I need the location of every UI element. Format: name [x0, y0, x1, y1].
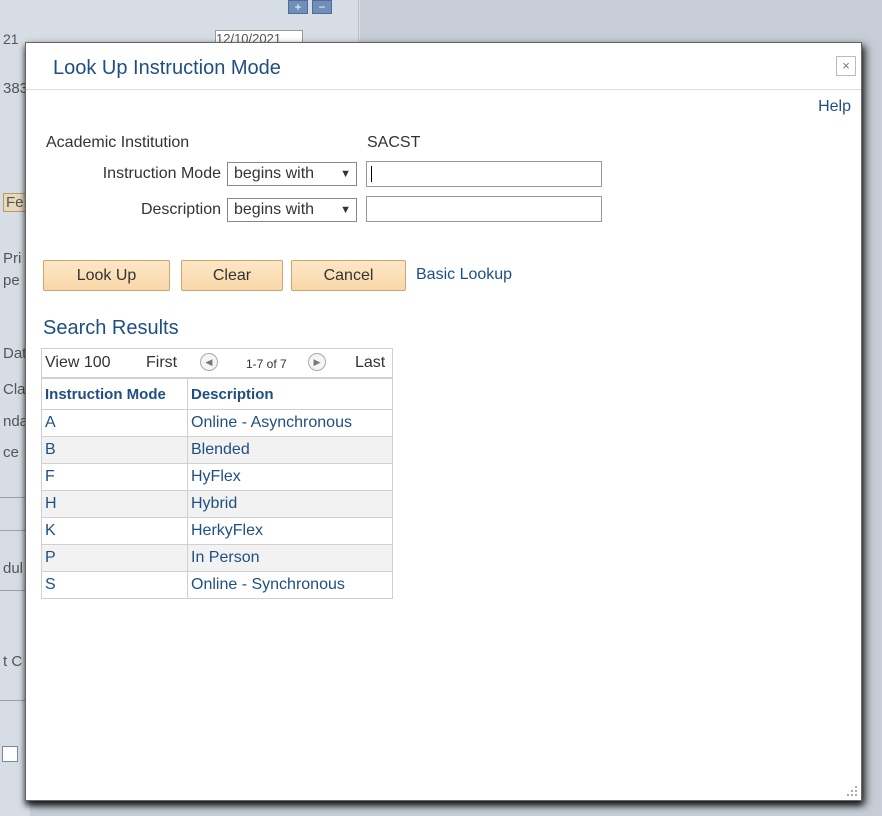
description-operator-select[interactable]: begins with ▼ — [227, 198, 357, 222]
instruction-mode-cell[interactable]: P — [41, 544, 188, 572]
table-row[interactable]: K HerkyFlex — [41, 517, 393, 545]
search-results-title: Search Results — [43, 317, 179, 339]
background-button-fragment[interactable]: Fe — [3, 193, 27, 212]
basic-lookup-link[interactable]: Basic Lookup — [416, 266, 512, 284]
instruction-mode-cell[interactable]: S — [41, 571, 188, 599]
help-link[interactable]: Help — [818, 98, 851, 116]
chevron-down-icon: ▼ — [340, 204, 351, 216]
background-fragment: t C — [3, 653, 23, 670]
instruction-mode-cell[interactable]: F — [41, 463, 188, 491]
first-label: First — [146, 354, 178, 371]
instruction-mode-cell[interactable]: H — [41, 490, 188, 518]
description-cell[interactable]: HerkyFlex — [187, 517, 393, 545]
instruction-mode-operator-select[interactable]: begins with ▼ — [227, 162, 357, 186]
lookup-dialog: Look Up Instruction Mode × Help Academic… — [25, 42, 862, 801]
description-cell[interactable]: HyFlex — [187, 463, 393, 491]
dialog-title: Look Up Instruction Mode — [53, 57, 281, 79]
text-cursor — [371, 166, 372, 182]
column-header-description[interactable]: Description — [187, 378, 393, 410]
cancel-button[interactable]: Cancel — [291, 260, 406, 291]
add-row-button[interactable]: + — [288, 0, 308, 14]
previous-page-icon[interactable]: ◀ — [200, 353, 218, 371]
results-table: Instruction Mode Description A Online - A… — [41, 378, 393, 599]
calendar-icon[interactable] — [2, 746, 18, 762]
table-row[interactable]: H Hybrid — [41, 490, 393, 518]
table-row[interactable]: P In Person — [41, 544, 393, 572]
operator-value: begins with — [234, 165, 315, 182]
look-up-button[interactable]: Look Up — [43, 260, 170, 291]
table-row[interactable]: B Blended — [41, 436, 393, 464]
description-cell[interactable]: Hybrid — [187, 490, 393, 518]
results-navigation: View 100 First ◀ 1-7 of 7 ▶ Last — [41, 348, 393, 378]
delete-row-button[interactable]: − — [312, 0, 332, 14]
background-fragment: ce — [3, 444, 19, 461]
institution-value: SACST — [367, 134, 421, 151]
instruction-mode-cell[interactable]: K — [41, 517, 188, 545]
view-all-link[interactable]: View 100 — [45, 354, 111, 372]
table-row[interactable]: S Online - Synchronous — [41, 571, 393, 599]
description-label: Description — [140, 201, 221, 218]
close-icon[interactable]: × — [836, 56, 856, 76]
description-cell[interactable]: Online - Asynchronous — [187, 409, 393, 437]
description-input[interactable] — [366, 196, 602, 222]
next-page-icon[interactable]: ▶ — [308, 353, 326, 371]
background-fragment: Pri — [3, 250, 22, 267]
resize-grip-icon[interactable] — [845, 784, 857, 796]
background-fragment: pe — [3, 272, 20, 289]
title-divider — [26, 89, 861, 90]
last-label: Last — [355, 354, 386, 371]
row-range: 1-7 of 7 — [246, 357, 287, 371]
institution-label: Academic Institution — [46, 134, 190, 151]
chevron-down-icon: ▼ — [340, 168, 351, 180]
description-cell[interactable]: In Person — [187, 544, 393, 572]
table-row[interactable]: A Online - Asynchronous — [41, 409, 393, 437]
column-header-instruction-mode[interactable]: Instruction Mode — [41, 378, 188, 410]
background-date-start: 21 — [3, 31, 19, 47]
clear-button[interactable]: Clear — [181, 260, 283, 291]
instruction-mode-cell[interactable]: A — [41, 409, 188, 437]
instruction-mode-cell[interactable]: B — [41, 436, 188, 464]
instruction-mode-label: Instruction Mode — [102, 165, 221, 182]
background-fragment: dul — [3, 560, 24, 577]
table-header-row: Instruction Mode Description — [41, 378, 393, 410]
background-fragment: Dat — [3, 345, 27, 362]
description-cell[interactable]: Online - Synchronous — [187, 571, 393, 599]
background-fragment: Cla — [3, 381, 26, 398]
results-grid: View 100 First ◀ 1-7 of 7 ▶ Last Instruc… — [41, 348, 393, 599]
background-divider — [358, 0, 359, 44]
operator-value: begins with — [234, 201, 315, 218]
description-cell[interactable]: Blended — [187, 436, 393, 464]
table-row[interactable]: F HyFlex — [41, 463, 393, 491]
instruction-mode-input[interactable] — [366, 161, 602, 187]
